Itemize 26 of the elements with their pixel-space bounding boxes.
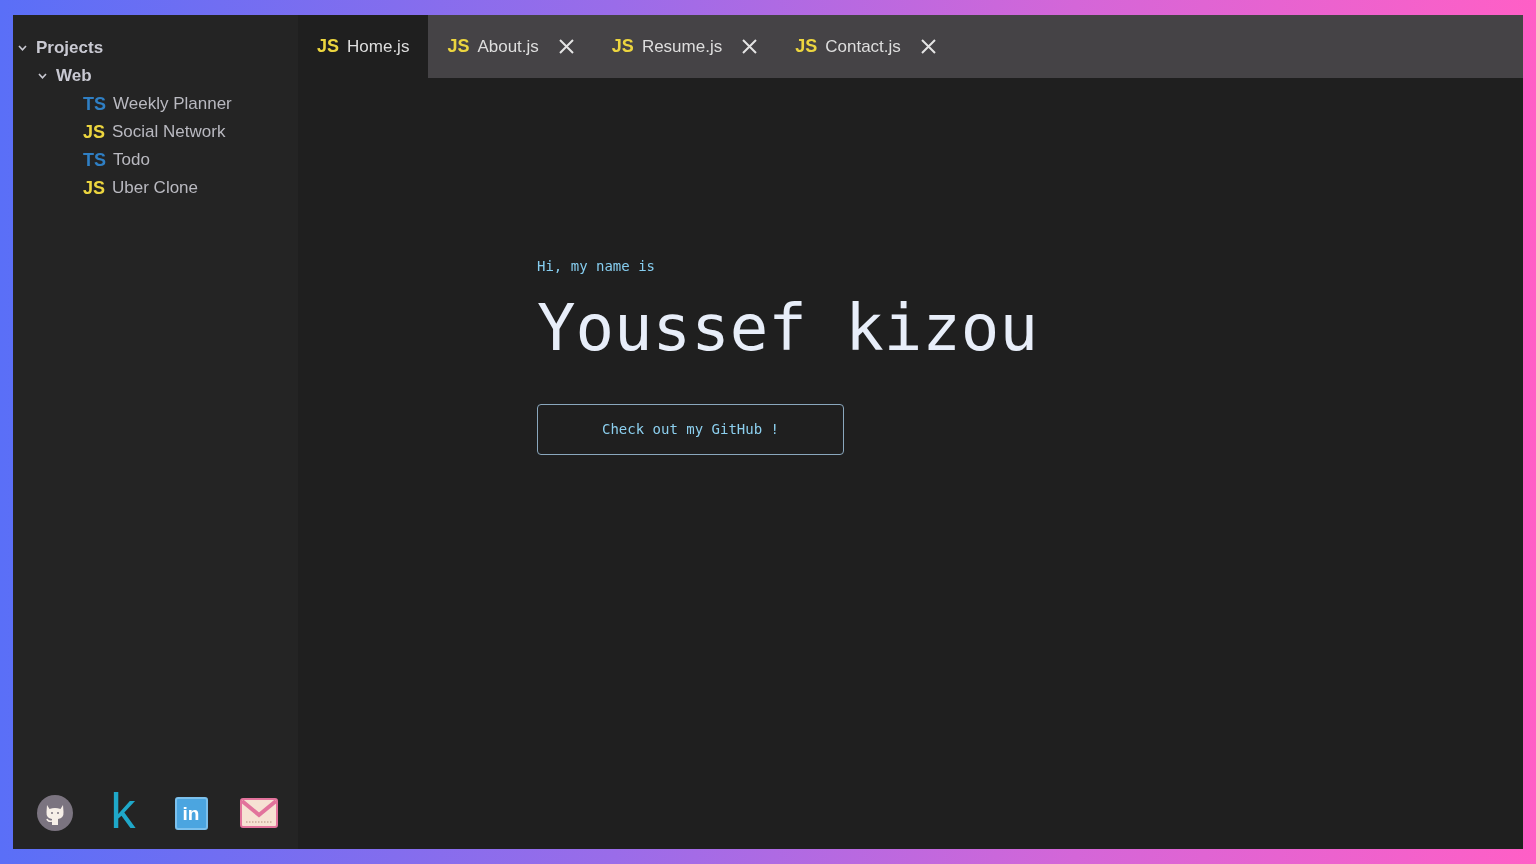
editor-tab[interactable]: JS Home.js: [298, 15, 429, 78]
tree-file-item[interactable]: JS Uber Clone: [13, 174, 298, 202]
file-type-label: JS: [447, 35, 470, 58]
editor-tab[interactable]: JS Resume.js: [592, 15, 777, 78]
letter-logo-link[interactable]: k: [110, 786, 136, 840]
tree-folder-item[interactable]: Web: [13, 62, 298, 90]
editor-tab[interactable]: JS About.js: [428, 15, 593, 78]
tree-file-item[interactable]: JS Social Network: [13, 118, 298, 146]
file-type-label: TS: [83, 92, 106, 116]
file-type-label: JS: [83, 176, 106, 200]
cat-logo-icon[interactable]: [37, 795, 73, 831]
file-type-label: JS: [83, 120, 106, 144]
name-heading: Youssef kizou: [537, 296, 1039, 360]
close-icon[interactable]: [920, 39, 936, 54]
file-type-label: JS: [611, 35, 634, 58]
tree-file-item[interactable]: TS Weekly Planner: [13, 90, 298, 118]
greeting-text: Hi, my name is: [537, 257, 656, 276]
editor-tab[interactable]: JS Contact.js: [776, 15, 955, 78]
file-type-label: JS: [317, 35, 340, 58]
close-icon[interactable]: [742, 39, 758, 54]
file-type-label: JS: [795, 35, 818, 58]
close-icon[interactable]: [558, 39, 574, 54]
tree-file-item[interactable]: TS Todo: [13, 146, 298, 174]
file-type-label: TS: [83, 148, 106, 172]
tree-folder-item[interactable]: Projects: [13, 34, 298, 62]
github-button[interactable]: Check out my GitHub !: [537, 404, 844, 455]
